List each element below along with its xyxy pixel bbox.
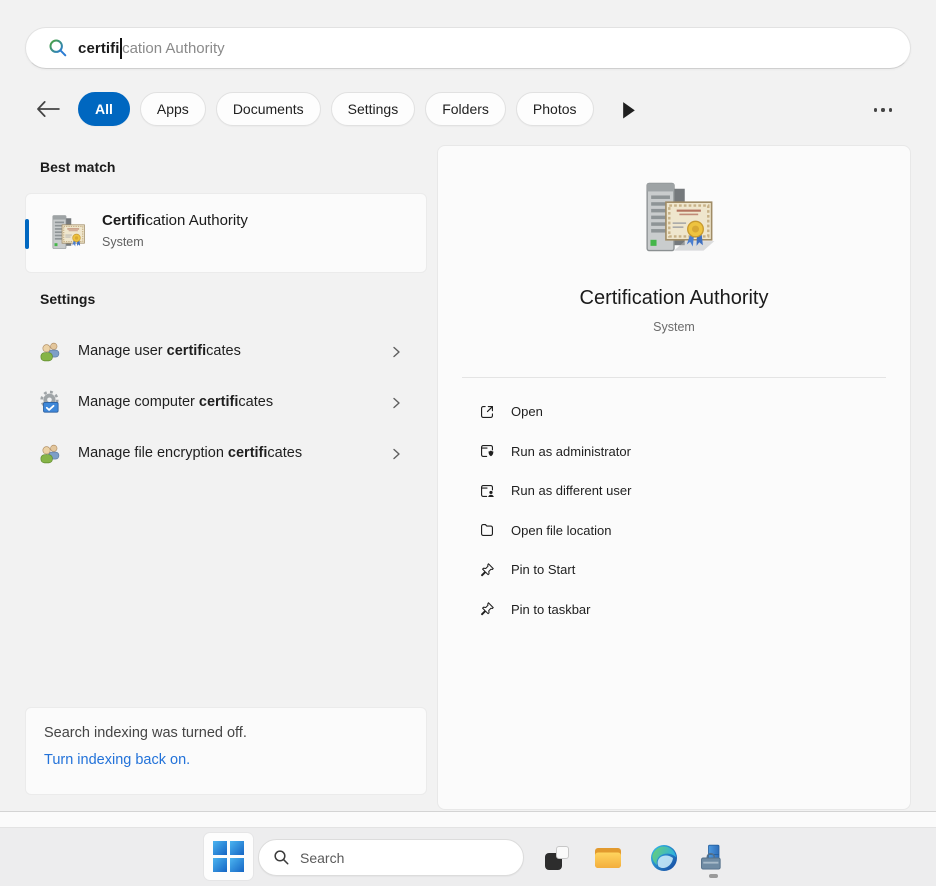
chevron-right-icon	[389, 345, 403, 359]
selection-indicator	[25, 219, 29, 249]
taskbar-search-box[interactable]: Search	[258, 839, 524, 876]
search-icon	[273, 849, 290, 866]
ellipsis-icon	[874, 108, 877, 111]
search-typed-text: certifi	[78, 40, 120, 57]
filter-tab-apps[interactable]: Apps	[140, 92, 206, 126]
scroll-filters-button[interactable]	[622, 101, 636, 117]
preview-subtitle: System	[438, 320, 910, 334]
play-triangle-icon	[622, 101, 636, 120]
settings-item-label: Manage file encryption certificates	[78, 445, 302, 461]
best-match-header: Best match	[40, 159, 115, 175]
best-match-title-bold: Certifi	[102, 212, 145, 229]
settings-item-label: Manage user certificates	[78, 343, 241, 359]
pin-icon	[478, 561, 496, 579]
start-button[interactable]	[204, 833, 253, 880]
taskbar: Search	[0, 828, 936, 886]
filter-tab-folders[interactable]: Folders	[425, 92, 506, 126]
action-label: Open	[511, 404, 543, 419]
preview-panel: Certification Authority System Open Run …	[437, 145, 911, 810]
file-explorer-button[interactable]	[592, 842, 624, 874]
filter-tab-label: Folders	[442, 101, 489, 117]
file-explorer-icon	[593, 845, 623, 871]
action-pin-to-start[interactable]: Pin to Start	[438, 550, 910, 590]
preview-divider	[462, 377, 886, 378]
open-icon	[478, 403, 496, 421]
best-match-title: Certification Authority	[102, 212, 248, 229]
search-input[interactable]: certifi cation Authority	[25, 27, 911, 69]
filter-tab-label: Photos	[533, 101, 577, 117]
run-as-different-user-icon	[478, 482, 496, 500]
action-label: Open file location	[511, 523, 611, 538]
best-match-item[interactable]: Certification Authority System	[25, 193, 427, 273]
filter-tab-label: Documents	[233, 101, 304, 117]
filter-tab-photos[interactable]: Photos	[516, 92, 594, 126]
chevron-right-icon	[389, 447, 403, 461]
action-label: Pin to taskbar	[511, 602, 591, 617]
settings-item-manage-file-encryption-certificates[interactable]: Manage file encryption certificates	[25, 434, 427, 474]
action-run-as-administrator[interactable]: Run as administrator	[438, 432, 910, 472]
best-match-subtitle: System	[102, 235, 248, 249]
more-options-button[interactable]	[874, 104, 904, 116]
action-label: Run as administrator	[511, 444, 631, 459]
settings-item-label: Manage computer certificates	[78, 394, 273, 410]
action-run-as-different-user[interactable]: Run as different user	[438, 471, 910, 511]
indexing-notice-link[interactable]: Turn indexing back on.	[44, 752, 408, 768]
running-app-indicator	[709, 874, 718, 878]
filter-tab-label: Apps	[157, 101, 189, 117]
computer-certificates-icon	[37, 390, 63, 416]
filter-tab-settings[interactable]: Settings	[331, 92, 416, 126]
desktop-strip	[0, 812, 936, 828]
search-flyout: certifi cation Authority All Apps Docume…	[0, 0, 936, 886]
settings-item-manage-computer-certificates[interactable]: Manage computer certificates	[25, 383, 427, 423]
taskbar-search-label: Search	[300, 850, 344, 866]
filter-tab-documents[interactable]: Documents	[216, 92, 321, 126]
filter-tabs-row: All Apps Documents Settings Folders Phot…	[0, 92, 936, 128]
edge-icon	[650, 844, 678, 872]
action-label: Pin to Start	[511, 562, 575, 577]
action-list: Open Run as administrator Run as differe…	[438, 392, 910, 629]
action-open-file-location[interactable]: Open file location	[438, 511, 910, 551]
preview-title: Certification Authority	[438, 287, 910, 310]
back-arrow-icon[interactable]	[36, 99, 60, 119]
file-encryption-certificates-icon	[37, 441, 63, 467]
action-pin-to-taskbar[interactable]: Pin to taskbar	[438, 590, 910, 630]
server-manager-icon	[698, 844, 726, 872]
search-icon	[48, 38, 68, 58]
user-certificates-icon	[37, 339, 63, 365]
task-view-icon	[545, 846, 569, 870]
filter-tab-label: All	[95, 101, 113, 117]
indexing-notice-text: Search indexing was turned off.	[44, 725, 408, 741]
run-as-admin-icon	[478, 442, 496, 460]
action-label: Run as different user	[511, 483, 631, 498]
pin-icon	[478, 600, 496, 618]
windows-logo-icon	[213, 841, 244, 872]
indexing-notice: Search indexing was turned off. Turn ind…	[25, 707, 427, 795]
filter-tab-label: Settings	[348, 101, 399, 117]
edge-button[interactable]	[648, 842, 680, 874]
certification-authority-icon-large	[631, 178, 717, 264]
action-open[interactable]: Open	[438, 392, 910, 432]
certification-authority-icon	[45, 213, 87, 255]
search-suggestion-text: cation Authority	[122, 40, 225, 57]
settings-item-manage-user-certificates[interactable]: Manage user certificates	[25, 332, 427, 372]
settings-header: Settings	[40, 291, 95, 307]
best-match-title-rest: cation Authority	[145, 212, 248, 229]
mmc-console-button[interactable]	[696, 842, 728, 874]
task-view-button[interactable]	[541, 842, 573, 874]
folder-icon	[478, 521, 496, 539]
chevron-right-icon	[389, 396, 403, 410]
filter-tab-all[interactable]: All	[78, 92, 130, 126]
